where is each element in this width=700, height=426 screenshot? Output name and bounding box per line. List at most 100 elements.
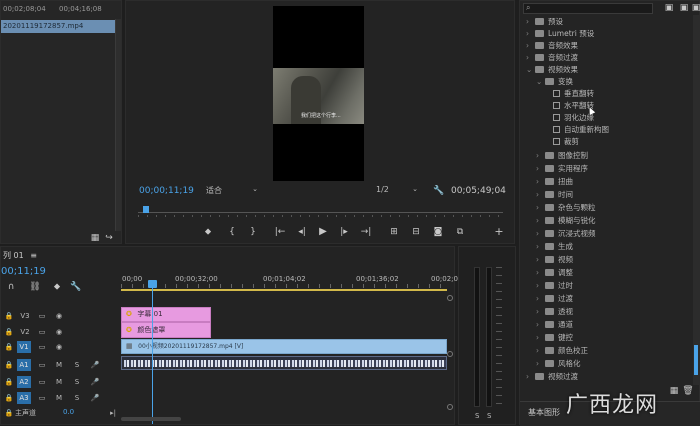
- timeline-horizontal-scrollbar[interactable]: [121, 417, 181, 421]
- project-file-item[interactable]: 20201119172857.mp4: [1, 20, 115, 33]
- delete-icon[interactable]: 🗑: [682, 385, 694, 397]
- lock-icon[interactable]: 🔒: [3, 326, 15, 338]
- sync-lock-icon[interactable]: ▭: [36, 392, 48, 404]
- effects-item[interactable]: › 图像控制: [536, 150, 588, 162]
- playhead-line[interactable]: [152, 282, 153, 424]
- lock-icon[interactable]: 🔒: [3, 376, 15, 388]
- effects-item[interactable]: 垂直翻转: [553, 88, 594, 100]
- effects-search-input[interactable]: [536, 4, 650, 13]
- lock-icon[interactable]: 🔒: [3, 341, 15, 353]
- microphone-icon[interactable]: 🎤: [89, 392, 101, 404]
- add-marker-icon[interactable]: ⬥: [202, 226, 214, 238]
- accelerated-effects-icon[interactable]: ▣: [663, 2, 675, 14]
- effects-item[interactable]: › Lumetri 预设: [526, 28, 594, 40]
- timeline-timecode[interactable]: 00;11;19: [1, 266, 46, 277]
- effects-item[interactable]: 自动重新构图: [553, 124, 609, 136]
- lock-icon[interactable]: 🔒: [3, 310, 15, 322]
- marker-icon[interactable]: ⬥: [51, 281, 63, 293]
- step-forward-icon[interactable]: |▸: [338, 226, 350, 238]
- menu-icon[interactable]: ≡: [30, 251, 37, 260]
- solo-left-button[interactable]: S: [475, 412, 479, 420]
- new-item-icon[interactable]: ▦: [89, 232, 101, 244]
- effects-item[interactable]: › 颜色校正: [536, 345, 588, 357]
- eye-icon[interactable]: ◉: [53, 326, 65, 338]
- clip-v1[interactable]: ▦ 00小视频20201119172857.mp4 [V]: [121, 339, 447, 354]
- step-back-icon[interactable]: ◂|: [296, 226, 308, 238]
- effects-item[interactable]: › 过时: [536, 280, 573, 292]
- snap-icon[interactable]: ∩: [5, 281, 17, 293]
- overwrite-icon[interactable]: ⊟: [410, 226, 422, 238]
- yuv-effects-icon[interactable]: ▣: [690, 2, 700, 14]
- solo-button[interactable]: S: [71, 392, 83, 404]
- effects-item[interactable]: › 模糊与锐化: [536, 215, 596, 227]
- project-scrollbar[interactable]: [115, 19, 121, 231]
- program-timecode[interactable]: 00;00;11;19: [139, 186, 194, 196]
- effects-item[interactable]: ⌄ 变换: [536, 76, 573, 88]
- fit-select[interactable]: 适合 ⌄: [206, 185, 258, 196]
- solo-right-button[interactable]: S: [487, 412, 491, 420]
- microphone-icon[interactable]: 🎤: [89, 359, 101, 371]
- timeline-tab[interactable]: 列 01 ≡: [3, 250, 37, 261]
- effects-item[interactable]: › 预设: [526, 16, 563, 28]
- microphone-icon[interactable]: 🎤: [89, 376, 101, 388]
- mute-button[interactable]: M: [53, 359, 65, 371]
- vertical-scroll-handle[interactable]: [447, 295, 453, 301]
- camera-icon[interactable]: ◙: [432, 226, 444, 238]
- track-label[interactable]: A3: [17, 392, 31, 404]
- effects-item[interactable]: › 杂色与颗粒: [536, 202, 596, 214]
- effects-item[interactable]: › 透视: [536, 306, 573, 318]
- effects-item[interactable]: › 调整: [536, 267, 573, 279]
- effects-item[interactable]: › 视频: [536, 254, 573, 266]
- track-label[interactable]: A2: [17, 376, 31, 388]
- mute-button[interactable]: M: [53, 392, 65, 404]
- lock-icon[interactable]: 🔒: [3, 359, 15, 371]
- playhead-marker-icon[interactable]: [143, 206, 149, 213]
- sync-lock-icon[interactable]: ▭: [36, 359, 48, 371]
- clip-v2[interactable]: ✪ 颜色遮罩: [121, 322, 211, 338]
- effects-item[interactable]: › 沉浸式视频: [536, 228, 596, 240]
- go-to-end-icon[interactable]: ▸|: [107, 407, 119, 419]
- settings-wrench-icon[interactable]: 🔧: [70, 281, 82, 293]
- clip-v3[interactable]: ✪ 字幕 01: [121, 307, 211, 322]
- track-label[interactable]: V2: [19, 326, 31, 338]
- sync-lock-icon[interactable]: ▭: [36, 310, 48, 322]
- scrollbar-thumb[interactable]: [694, 345, 698, 375]
- effects-item[interactable]: ⌄ 视频效果: [526, 64, 578, 76]
- new-bin-icon[interactable]: ▦: [668, 385, 680, 397]
- sync-lock-icon[interactable]: ▭: [36, 341, 48, 353]
- effects-search-box[interactable]: ⌕: [523, 3, 653, 14]
- effects-item[interactable]: 裁剪: [553, 136, 579, 148]
- wrench-icon[interactable]: 🔧: [433, 185, 445, 197]
- effects-item[interactable]: › 时间: [536, 189, 573, 201]
- master-value[interactable]: 0.0: [63, 408, 74, 416]
- effects-item[interactable]: › 键控: [536, 332, 573, 344]
- track-label[interactable]: V3: [19, 310, 31, 322]
- solo-button[interactable]: S: [71, 376, 83, 388]
- vertical-scroll-handle[interactable]: [447, 351, 453, 357]
- lock-icon[interactable]: 🔒: [3, 407, 15, 419]
- effects-item[interactable]: › 扭曲: [536, 176, 573, 188]
- effects-item[interactable]: › 视频过渡: [526, 371, 578, 383]
- vertical-scroll-handle[interactable]: [447, 404, 453, 410]
- eye-icon[interactable]: ◉: [53, 310, 65, 322]
- lock-icon[interactable]: 🔒: [3, 392, 15, 404]
- solo-button[interactable]: S: [71, 359, 83, 371]
- work-area-bar[interactable]: [121, 289, 447, 291]
- mark-in-icon[interactable]: {: [226, 226, 238, 238]
- mark-out-icon[interactable]: }: [247, 226, 259, 238]
- ruler-ticks[interactable]: [121, 284, 447, 288]
- mute-button[interactable]: M: [53, 376, 65, 388]
- effects-item[interactable]: › 音频效果: [526, 40, 578, 52]
- effects-item[interactable]: › 生成: [536, 241, 573, 253]
- linked-selection-icon[interactable]: ⛓: [29, 281, 41, 293]
- playhead-handle-icon[interactable]: [148, 280, 157, 288]
- effects-item[interactable]: › 实用程序: [536, 163, 588, 175]
- play-icon[interactable]: ▶: [317, 226, 329, 238]
- export-icon[interactable]: ↪: [103, 232, 115, 244]
- 32bit-effects-icon[interactable]: ▣: [678, 2, 690, 14]
- effects-item[interactable]: 羽化边缘: [553, 112, 594, 124]
- go-to-out-icon[interactable]: →|: [360, 226, 372, 238]
- effects-scrollbar[interactable]: [693, 15, 699, 385]
- track-label[interactable]: A1: [17, 359, 31, 371]
- quality-select[interactable]: 1/2 ⌄: [376, 185, 418, 196]
